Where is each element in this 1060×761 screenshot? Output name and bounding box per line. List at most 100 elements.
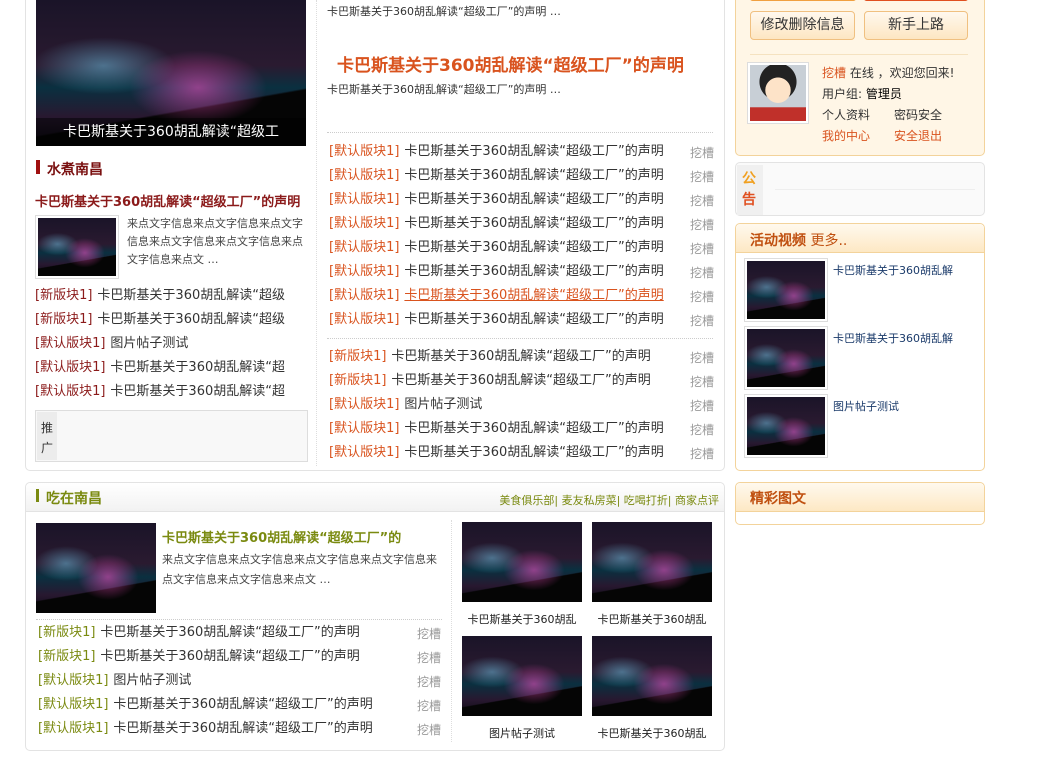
forum-tag-link[interactable]: [新版块1] <box>329 349 386 364</box>
author-link[interactable]: 挖槽 <box>690 397 714 414</box>
thread-title-link[interactable]: 卡巴斯基关于360胡乱解读“超级工厂”的声明 <box>113 721 372 736</box>
forum-tag-link[interactable]: [默认版块1] <box>35 336 105 351</box>
forum-tag-link[interactable]: [默认版块1] <box>329 144 399 159</box>
forum-tag-link[interactable]: [默认版块1] <box>35 384 105 399</box>
center-headline[interactable]: 卡巴斯基关于360胡乱解读“超级工厂”的声明 <box>337 51 684 76</box>
author-link[interactable]: 挖槽 <box>417 673 441 690</box>
thread-title-link[interactable]: 卡巴斯基关于360胡乱解读“超级工厂”的声明 <box>404 168 663 183</box>
forum-tag-link[interactable]: [默认版块1] <box>38 721 108 736</box>
forum-tag-link[interactable]: [默认版块1] <box>329 192 399 207</box>
forum-tag-link[interactable]: [默认版块1] <box>329 421 399 436</box>
thread-title-link[interactable]: 卡巴斯基关于360胡乱解读“超级 <box>97 312 285 327</box>
forum-tag-link[interactable]: [默认版块1] <box>329 445 399 460</box>
author-link[interactable]: 挖槽 <box>690 312 714 329</box>
author-link[interactable]: 挖槽 <box>417 649 441 666</box>
thread-title-link[interactable]: 卡巴斯基关于360胡乱解读“超级工厂”的声明 <box>100 649 359 664</box>
thread-title-link[interactable]: 卡巴斯基关于360胡乱解读“超级工厂”的声明 <box>391 349 650 364</box>
thread-title-link[interactable]: 卡巴斯基关于360胡乱解读“超级工厂”的声明 <box>404 264 663 279</box>
newbie-button[interactable]: 新手上路 <box>864 11 968 40</box>
forum-tag-link[interactable]: [默认版块1] <box>329 216 399 231</box>
author-link[interactable]: 挖槽 <box>690 445 714 462</box>
thread-title-link[interactable]: 卡巴斯基关于360胡乱解读“超级工厂”的声明 <box>404 144 663 159</box>
list-item: [新版块1] 卡巴斯基关于360胡乱解读“超级工厂”的声明 <box>329 372 651 390</box>
thread-title-link[interactable]: 卡巴斯基关于360胡乱解读“超级工厂”的声明 <box>404 216 663 231</box>
author-link[interactable]: 挖槽 <box>690 264 714 281</box>
thread-title-link[interactable]: 卡巴斯基关于360胡乱解读“超级工厂”的声明 <box>404 445 663 460</box>
logout-link[interactable]: 安全退出 <box>894 127 942 144</box>
food-thumbnail[interactable] <box>462 522 582 602</box>
thread-title-link[interactable]: 卡巴斯基关于360胡乱解读“超级工厂”的声明 <box>404 421 663 436</box>
forum-tag-link[interactable]: [新版块1] <box>38 649 95 664</box>
author-link[interactable]: 挖槽 <box>690 240 714 257</box>
food-feature-title[interactable]: 卡巴斯基关于360胡乱解读“超级工厂”的 <box>162 527 401 546</box>
thread-title-link[interactable]: 卡巴斯基关于360胡乱解读“超级 <box>97 288 285 303</box>
thread-title-link[interactable]: 卡巴斯基关于360胡乱解读“超级工厂”的声明 <box>404 312 663 327</box>
hero-caption[interactable]: 卡巴斯基关于360胡乱解读“超级工 <box>36 118 306 146</box>
thread-title-link[interactable]: 卡巴斯基关于360胡乱解读“超级工厂”的声明 <box>100 625 359 640</box>
thread-title-link[interactable]: 卡巴斯基关于360胡乱解读“超级工厂”的声明 <box>113 697 372 712</box>
profile-link[interactable]: 个人资料 <box>822 106 870 123</box>
forum-tag-link[interactable]: [默认版块1] <box>329 288 399 303</box>
author-link[interactable]: 挖槽 <box>690 349 714 366</box>
forum-tag-link[interactable]: [默认版块1] <box>38 697 108 712</box>
forum-tag-link[interactable]: [默认版块1] <box>329 240 399 255</box>
my-center-link[interactable]: 我的中心 <box>822 127 870 144</box>
forum-tag-link[interactable]: [默认版块1] <box>38 673 108 688</box>
author-link[interactable]: 挖槽 <box>417 625 441 642</box>
food-thumbnail-caption[interactable]: 卡巴斯基关于360胡乱 <box>457 611 587 627</box>
food-category-link[interactable]: 麦友私房菜 <box>562 494 617 507</box>
forum-tag-link[interactable]: [默认版块1] <box>329 168 399 183</box>
top-button-2[interactable] <box>864 0 968 1</box>
video-thumbnail[interactable] <box>744 326 828 390</box>
video-thumbnail[interactable] <box>744 394 828 458</box>
avatar[interactable] <box>747 62 809 124</box>
video-title-link[interactable]: 卡巴斯基关于360胡乱解 <box>833 330 953 346</box>
thread-title-link[interactable]: 卡巴斯基关于360胡乱解读“超级工厂”的声明 <box>404 192 663 207</box>
forum-tag-link[interactable]: [新版块1] <box>38 625 95 640</box>
forum-tag-link[interactable]: [新版块1] <box>329 373 386 388</box>
edit-delete-button[interactable]: 修改删除信息 <box>750 11 855 40</box>
password-link[interactable]: 密码安全 <box>894 106 942 123</box>
author-link[interactable]: 挖槽 <box>417 697 441 714</box>
food-thumbnail-caption[interactable]: 卡巴斯基关于360胡乱 <box>587 611 717 627</box>
forum-tag-link[interactable]: [默认版块1] <box>329 312 399 327</box>
thread-title-link[interactable]: 图片帖子测试 <box>404 397 482 412</box>
food-thumbnail-caption[interactable]: 图片帖子测试 <box>457 725 587 741</box>
thread-title-link[interactable]: 卡巴斯基关于360胡乱解读“超 <box>110 384 285 399</box>
username-link[interactable]: 挖槽 <box>822 66 846 80</box>
author-link[interactable]: 挖槽 <box>690 192 714 209</box>
author-link[interactable]: 挖槽 <box>690 168 714 185</box>
thread-title-link[interactable]: 图片帖子测试 <box>113 673 191 688</box>
thread-title-link[interactable]: 图片帖子测试 <box>110 336 188 351</box>
feature-thumbnail[interactable] <box>35 215 119 279</box>
forum-tag-link[interactable]: [新版块1] <box>35 312 92 327</box>
food-thumbnail[interactable] <box>592 636 712 716</box>
food-category-link[interactable]: 吃喝打折 <box>624 494 668 507</box>
author-link[interactable]: 挖槽 <box>690 421 714 438</box>
forum-tag-link[interactable]: [默认版块1] <box>329 397 399 412</box>
feature-title[interactable]: 卡巴斯基关于360胡乱解读“超级工厂”的声明 <box>35 191 300 210</box>
food-feature-image[interactable] <box>36 523 156 613</box>
video-thumbnail[interactable] <box>744 258 828 322</box>
food-thumbnail[interactable] <box>462 636 582 716</box>
thread-title-link[interactable]: 卡巴斯基关于360胡乱解读“超级工厂”的声明 <box>404 288 663 303</box>
forum-tag-link[interactable]: [默认版块1] <box>35 360 105 375</box>
author-link[interactable]: 挖槽 <box>690 373 714 390</box>
food-category-link[interactable]: 商家点评 <box>675 494 719 507</box>
forum-tag-link[interactable]: [新版块1] <box>35 288 92 303</box>
thread-title-link[interactable]: 卡巴斯基关于360胡乱解读“超级工厂”的声明 <box>404 240 663 255</box>
top-button-1[interactable] <box>750 0 856 1</box>
video-title-link[interactable]: 图片帖子测试 <box>833 398 899 414</box>
author-link[interactable]: 挖槽 <box>417 721 441 738</box>
forum-tag-link[interactable]: [默认版块1] <box>329 264 399 279</box>
author-link[interactable]: 挖槽 <box>690 144 714 161</box>
food-category-link[interactable]: 美食俱乐部 <box>499 494 554 507</box>
thread-title-link[interactable]: 卡巴斯基关于360胡乱解读“超 <box>110 360 285 375</box>
thread-title-link[interactable]: 卡巴斯基关于360胡乱解读“超级工厂”的声明 <box>391 373 650 388</box>
video-more-link[interactable]: 更多.. <box>810 233 847 249</box>
author-link[interactable]: 挖槽 <box>690 288 714 305</box>
video-title-link[interactable]: 卡巴斯基关于360胡乱解 <box>833 262 953 278</box>
food-thumbnail[interactable] <box>592 522 712 602</box>
author-link[interactable]: 挖槽 <box>690 216 714 233</box>
food-thumbnail-caption[interactable]: 卡巴斯基关于360胡乱 <box>587 725 717 741</box>
